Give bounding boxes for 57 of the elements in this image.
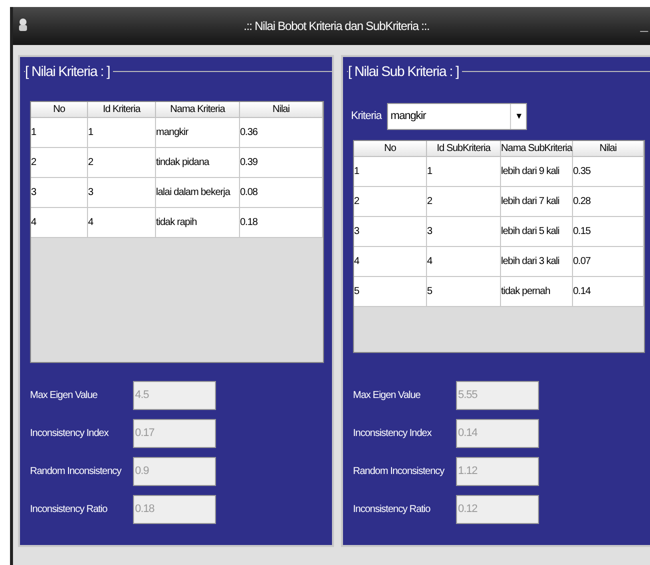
table-cell: 3 (427, 217, 501, 247)
table-cell: 2 (427, 187, 501, 217)
table-cell: 4 (354, 247, 427, 277)
table-cell: 3 (354, 217, 427, 247)
table-cell: 0.15 (573, 217, 644, 247)
minimize-button[interactable]: _ (640, 17, 648, 33)
table-cell: 0.08 (240, 178, 323, 208)
criteria-dropdown[interactable]: mangkir ▾ (387, 103, 528, 130)
table-cell: 0.14 (573, 277, 644, 307)
window-title: .:: Nilai Bobot Kriteria dan SubKriteria ::. (244, 18, 430, 35)
table-cell: 0.28 (573, 187, 644, 217)
table-cell: lebih dari 7 kali (501, 187, 573, 217)
table-cell: 3 (31, 178, 88, 208)
table-cell: lebih dari 3 kali (501, 247, 573, 277)
table-cell: 2 (354, 187, 427, 217)
table-cell: 0.35 (573, 157, 644, 187)
field-label: Inconsistency Ratio (30, 503, 108, 517)
table-cell: 0.36 (240, 118, 323, 148)
table-cell: tidak rapih (156, 208, 240, 238)
table-cell: lebih dari 9 kali (501, 157, 573, 187)
column-header[interactable]: No (31, 102, 88, 118)
table-cell: 2 (88, 148, 156, 178)
column-header[interactable]: Nilai (240, 102, 323, 118)
table-cell: 2 (31, 148, 88, 178)
field-label: Random Inconsistency (353, 465, 446, 479)
table-cell: lalai dalam bekerja (156, 178, 240, 208)
table-cell: tindak pidana (156, 148, 240, 178)
table-cell: 1 (354, 157, 427, 187)
field-label: Max Eigen Value (30, 389, 98, 403)
table-cell: 0.07 (573, 247, 644, 277)
table-cell: 1 (427, 157, 501, 187)
column-header[interactable]: Nama SubKriteria (501, 141, 573, 157)
table-cell: mangkir (156, 118, 240, 148)
field-label: Inconsistency Ratio (353, 503, 432, 517)
table-cell: 4 (88, 208, 156, 238)
table-cell: 5 (354, 277, 427, 307)
table-cell: 4 (31, 208, 88, 238)
table-cell: tidak pernah (501, 277, 573, 307)
table-cell: lebih dari 5 kali (501, 217, 573, 247)
app-icon (18, 18, 28, 32)
table-cell: 0.39 (240, 148, 323, 178)
table-cell: 0.18 (240, 208, 323, 238)
column-header[interactable]: Id SubKriteria (427, 141, 501, 157)
column-header[interactable]: Nilai (573, 141, 644, 157)
column-header[interactable]: No (354, 141, 427, 157)
field-label: Random Inconsistency (30, 465, 122, 479)
column-header[interactable]: Nama Kriteria (156, 102, 240, 118)
field-label: Inconsistency Index (353, 427, 433, 441)
field-label: Inconsistency Index (30, 427, 110, 441)
table-cell: 3 (88, 178, 156, 208)
filter-label: Kriteria (351, 109, 382, 124)
table-cell: 5 (427, 277, 501, 307)
table-cell: 4 (427, 247, 501, 277)
table-cell: 1 (31, 118, 88, 148)
table-cell: 1 (88, 118, 156, 148)
column-header[interactable]: Id Kriteria (88, 102, 156, 118)
field-label: Max Eigen Value (353, 389, 422, 403)
